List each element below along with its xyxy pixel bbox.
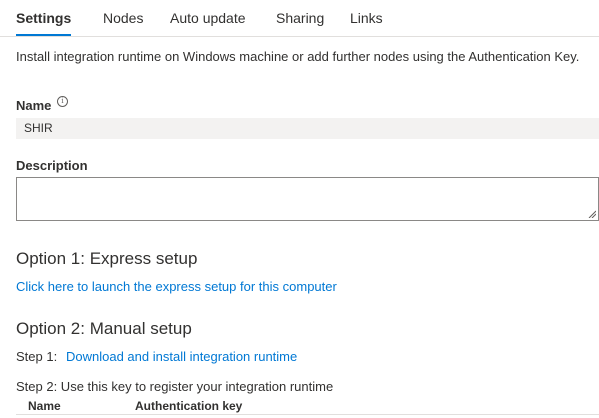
step2-label: Step 2: Use this key to register your in…	[16, 379, 334, 394]
name-field[interactable]: SHIR	[16, 118, 599, 139]
step1-label: Step 1:	[16, 349, 58, 364]
tab-links[interactable]: Links	[350, 0, 383, 36]
intro-text: Install integration runtime on Windows m…	[16, 49, 580, 64]
column-header-authentication-key[interactable]: Authentication key	[135, 398, 242, 414]
resize-grip-icon[interactable]	[588, 210, 596, 218]
tab-sharing[interactable]: Sharing	[276, 0, 324, 36]
description-field[interactable]	[16, 177, 599, 221]
column-header-name[interactable]: Name	[28, 398, 61, 414]
tab-nodes[interactable]: Nodes	[103, 0, 143, 36]
description-label: Description	[16, 158, 88, 173]
keys-table-header: Name Authentication key	[16, 397, 599, 417]
name-label: Name	[16, 98, 52, 113]
tab-settings[interactable]: Settings	[16, 0, 72, 36]
tab-bar: Settings Nodes Auto update Sharing Links	[0, 0, 599, 37]
download-runtime-link[interactable]: Download and install integration runtime	[66, 348, 297, 365]
option2-heading: Option 2: Manual setup	[16, 319, 192, 338]
express-setup-link[interactable]: Click here to launch the express setup f…	[16, 278, 337, 295]
option1-heading: Option 1: Express setup	[16, 249, 198, 268]
header-divider	[16, 414, 599, 415]
tab-auto-update[interactable]: Auto update	[170, 0, 246, 36]
info-icon[interactable]: i	[57, 96, 68, 107]
